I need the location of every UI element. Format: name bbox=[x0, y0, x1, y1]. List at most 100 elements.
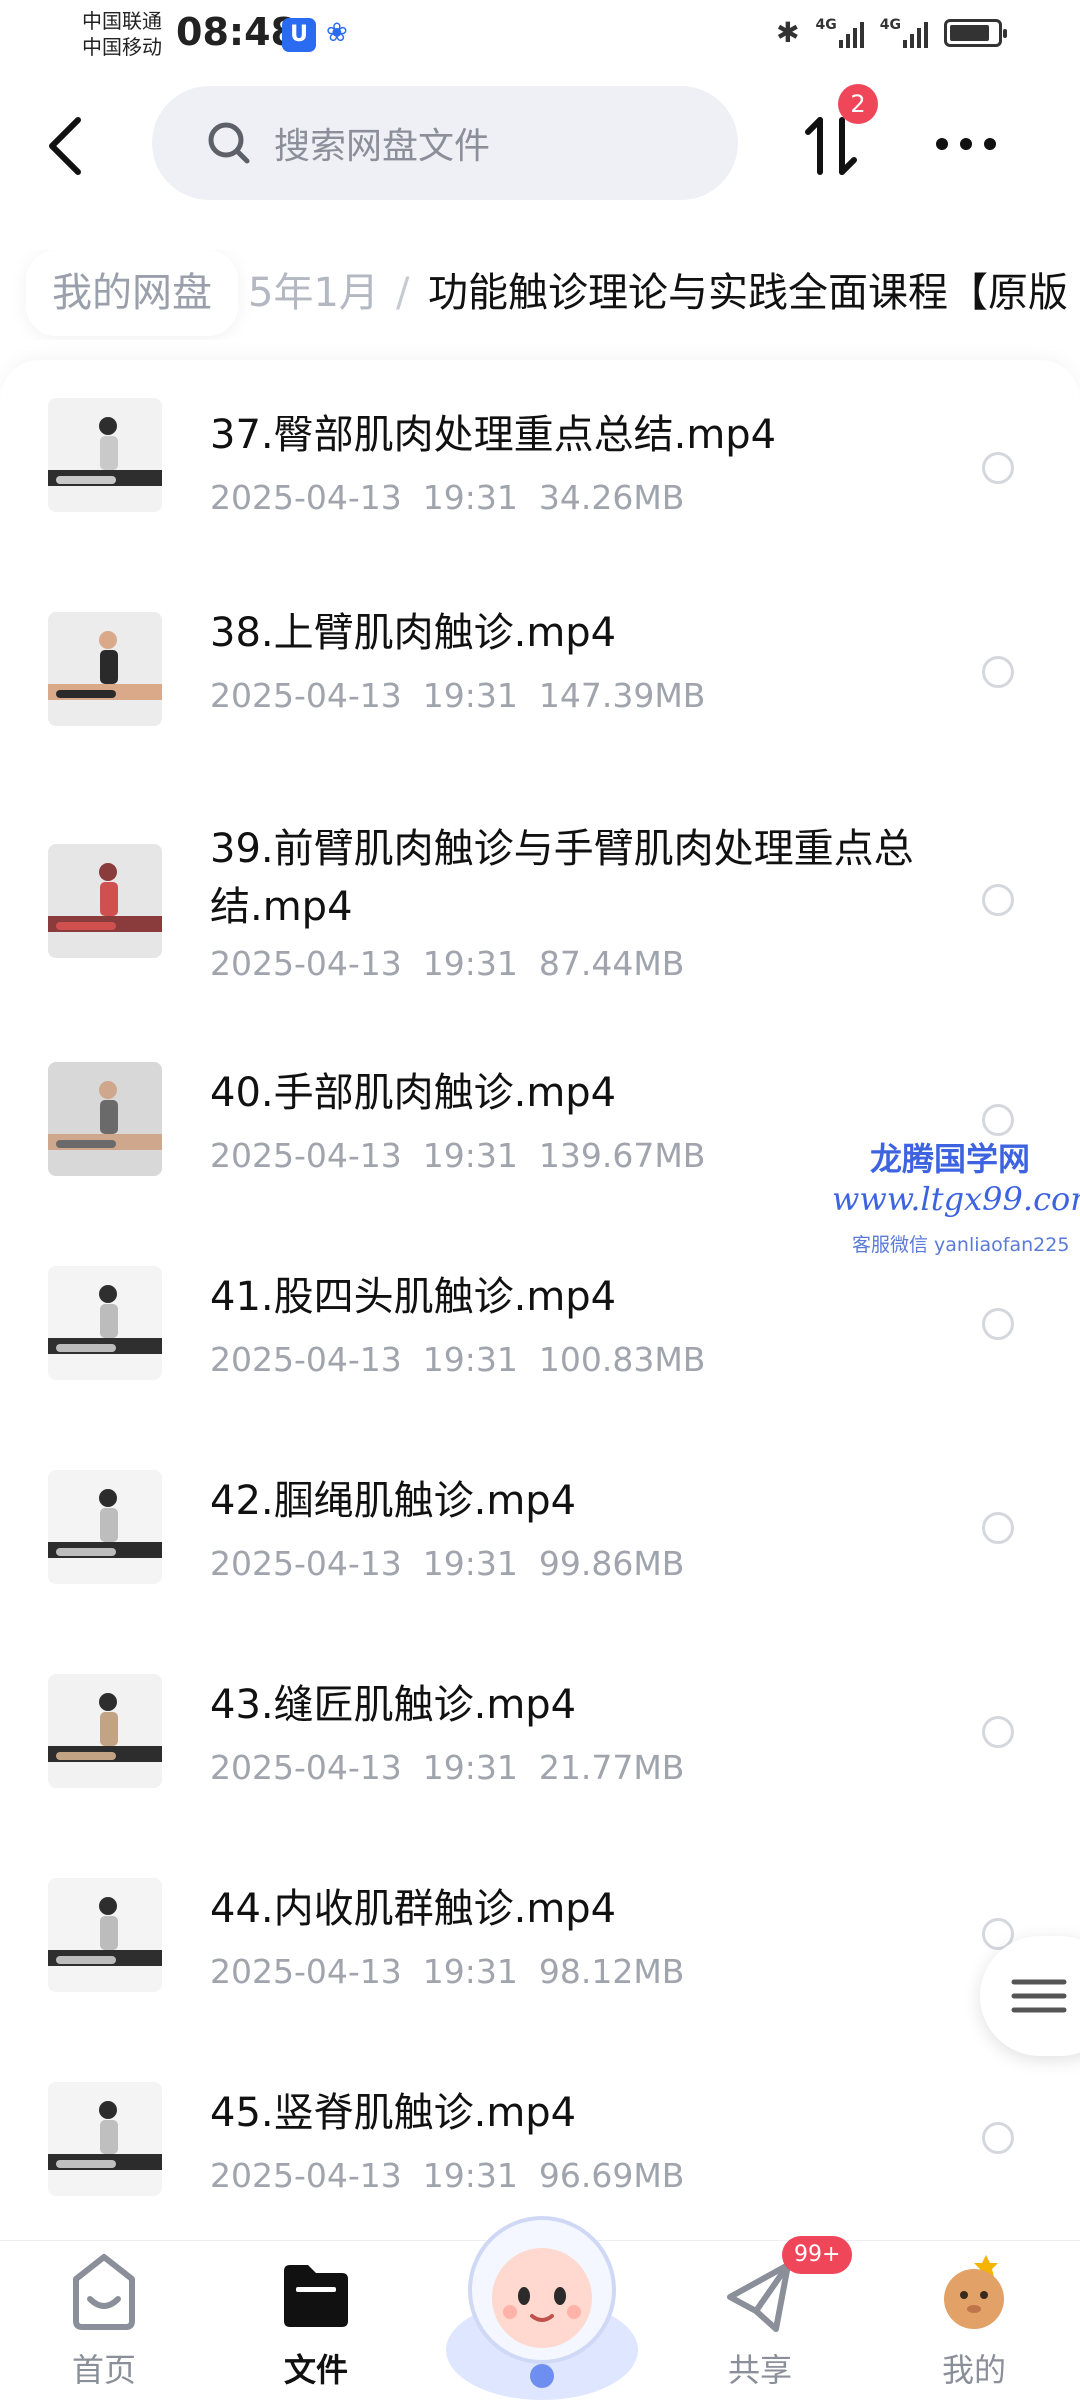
avatar-icon bbox=[944, 2255, 1004, 2329]
chevron-left-icon bbox=[49, 117, 81, 175]
nav-share-label: 共享 bbox=[727, 2351, 792, 2389]
file-meta: 2025-04-13 19:31 34.26MB bbox=[210, 478, 684, 517]
select-radio[interactable] bbox=[982, 452, 1014, 484]
file-time: 19:31 bbox=[422, 1136, 518, 1175]
file-time: 19:31 bbox=[422, 676, 518, 715]
file-time: 19:31 bbox=[422, 1544, 518, 1583]
nav-files-label: 文件 bbox=[283, 2351, 348, 2389]
file-meta: 2025-04-13 19:31 98.12MB bbox=[210, 1952, 684, 1991]
file-name: 45.竖脊肌触诊.mp4 bbox=[210, 2090, 577, 2136]
carrier-info: 中国联通 中国移动 bbox=[82, 8, 162, 60]
file-meta: 2025-04-13 19:31 147.39MB bbox=[210, 676, 705, 715]
file-meta: 2025-04-13 19:31 139.67MB bbox=[210, 1136, 705, 1175]
carrier-2: 中国移动 bbox=[82, 35, 162, 59]
file-time: 19:31 bbox=[422, 1952, 518, 1991]
breadcrumb-separator: / bbox=[396, 270, 410, 316]
file-meta: 2025-04-13 19:31 99.86MB bbox=[210, 1544, 684, 1583]
select-radio[interactable] bbox=[982, 2122, 1014, 2154]
file-time: 19:31 bbox=[422, 1340, 518, 1379]
nav-mine[interactable]: 我的 bbox=[894, 2241, 1054, 2400]
watermark-url: www.ltgx99.com bbox=[832, 1180, 1080, 1218]
file-name: 38.上臂肌肉触诊.mp4 bbox=[210, 610, 617, 656]
breadcrumb-current-folder: 功能触诊理论与实践全面课程【原版 bbox=[428, 270, 1068, 316]
file-size: 87.44MB bbox=[538, 944, 685, 983]
share-count-badge: 99+ bbox=[782, 2236, 853, 2274]
battery-fill bbox=[950, 24, 989, 41]
file-size: 98.12MB bbox=[538, 1952, 685, 1991]
bluetooth-icon: ✱ bbox=[776, 16, 800, 49]
select-radio[interactable] bbox=[982, 1512, 1014, 1544]
folder-icon bbox=[284, 2265, 348, 2327]
video-thumbnail bbox=[48, 1062, 162, 1176]
battery-icon bbox=[944, 18, 1007, 47]
video-thumbnail bbox=[48, 398, 162, 512]
nav-mine-label: 我的 bbox=[941, 2351, 1006, 2389]
file-size: 100.83MB bbox=[538, 1340, 706, 1379]
nav-home-label: 首页 bbox=[71, 2351, 136, 2389]
nav-files[interactable]: 文件 bbox=[236, 2241, 396, 2400]
select-radio[interactable] bbox=[982, 1308, 1014, 1340]
file-name: 40.手部肌肉触诊.mp4 bbox=[210, 1070, 617, 1116]
file-date: 2025-04-13 bbox=[210, 1748, 402, 1787]
assistant-mascot-button[interactable] bbox=[432, 2180, 652, 2400]
file-time: 19:31 bbox=[422, 1748, 518, 1787]
hamburger-icon bbox=[1011, 1979, 1067, 2013]
watermark-contact: 客服微信 yanliaofan225 bbox=[852, 1234, 1070, 1256]
signal-2: 4G bbox=[880, 18, 928, 48]
file-name: 37.臀部肌肉处理重点总结.mp4 bbox=[210, 412, 777, 458]
breadcrumb: 5年1月 / 功能触诊理论与实践全面课程【原版 我的网盘 bbox=[0, 250, 1080, 340]
file-size: 139.67MB bbox=[538, 1136, 706, 1175]
search-input[interactable]: 搜索网盘文件 bbox=[152, 86, 738, 200]
file-time: 19:31 bbox=[422, 944, 518, 983]
file-meta: 2025-04-13 19:31 87.44MB bbox=[210, 944, 684, 983]
search-icon bbox=[208, 122, 250, 164]
back-button[interactable] bbox=[38, 106, 98, 186]
home-icon bbox=[73, 2254, 135, 2330]
file-name: 41.股四头肌触诊.mp4 bbox=[210, 1274, 617, 1320]
file-meta: 2025-04-13 19:31 21.77MB bbox=[210, 1748, 684, 1787]
file-date: 2025-04-13 bbox=[210, 1340, 402, 1379]
file-date: 2025-04-13 bbox=[210, 676, 402, 715]
video-thumbnail bbox=[48, 2082, 162, 2196]
file-size: 147.39MB bbox=[538, 676, 706, 715]
paw-notification-icon: ❀ bbox=[326, 18, 348, 48]
more-dots-icon bbox=[936, 138, 996, 150]
video-thumbnail bbox=[48, 612, 162, 726]
select-radio[interactable] bbox=[982, 884, 1014, 916]
nav-home[interactable]: 首页 bbox=[24, 2241, 184, 2400]
file-date: 2025-04-13 bbox=[210, 1952, 402, 1991]
video-thumbnail bbox=[48, 1470, 162, 1584]
status-bar: 中国联通 中国移动 08:48 U ❀ ✱ 4G 4G bbox=[0, 0, 1080, 70]
file-name: 39.前臂肌肉触诊与手臂肌肉处理重点总结.mp4 bbox=[210, 826, 914, 930]
app-notification-icon: U bbox=[282, 18, 316, 52]
signal-1: 4G bbox=[816, 18, 864, 48]
file-name: 43.缝匠肌触诊.mp4 bbox=[210, 1682, 577, 1728]
select-radio[interactable] bbox=[982, 1716, 1014, 1748]
carrier-1: 中国联通 bbox=[82, 9, 162, 33]
video-thumbnail bbox=[48, 1674, 162, 1788]
file-size: 99.86MB bbox=[538, 1544, 685, 1583]
video-thumbnail bbox=[48, 1878, 162, 1992]
file-time: 19:31 bbox=[422, 478, 518, 517]
file-meta: 2025-04-13 19:31 100.83MB bbox=[210, 1340, 705, 1379]
file-size: 21.77MB bbox=[538, 1748, 685, 1787]
signal-bars-icon bbox=[838, 18, 864, 48]
select-radio[interactable] bbox=[982, 656, 1014, 688]
more-options-button[interactable] bbox=[934, 136, 998, 152]
breadcrumb-root[interactable]: 我的网盘 bbox=[26, 250, 238, 336]
search-placeholder: 搜索网盘文件 bbox=[274, 126, 491, 167]
signal-bars-icon bbox=[903, 18, 928, 48]
breadcrumb-folder[interactable]: 5年1月 bbox=[248, 250, 379, 336]
transfer-count-badge: 2 bbox=[838, 84, 878, 124]
floating-menu-button[interactable] bbox=[980, 1936, 1080, 2056]
file-date: 2025-04-13 bbox=[210, 1544, 402, 1583]
network-type-2: 4G bbox=[879, 16, 901, 33]
file-size: 34.26MB bbox=[538, 478, 685, 517]
file-date: 2025-04-13 bbox=[210, 1136, 402, 1175]
mascot-icon bbox=[446, 2216, 638, 2400]
file-date: 2025-04-13 bbox=[210, 2156, 402, 2195]
status-icons: ✱ 4G 4G bbox=[776, 16, 1007, 49]
file-date: 2025-04-13 bbox=[210, 944, 402, 983]
video-thumbnail bbox=[48, 844, 162, 958]
select-radio[interactable] bbox=[982, 1104, 1014, 1136]
